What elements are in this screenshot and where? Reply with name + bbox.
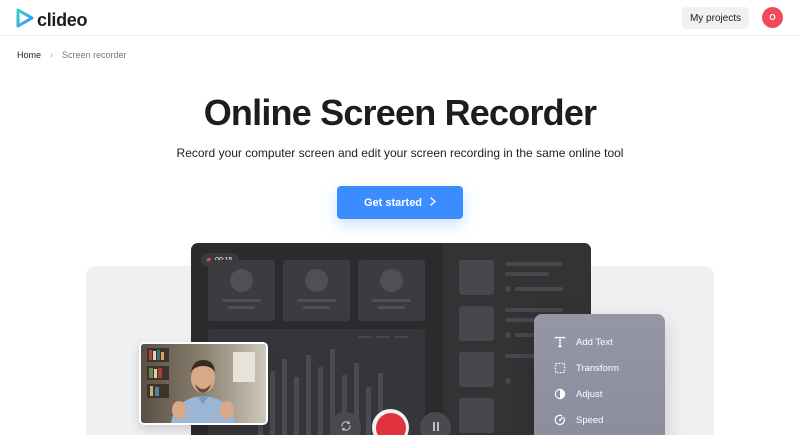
webcam-preview-image bbox=[139, 342, 268, 425]
cycle-icon bbox=[340, 419, 352, 435]
placeholder-card bbox=[358, 260, 425, 321]
pause-button[interactable] bbox=[420, 412, 451, 435]
cycle-camera-button[interactable] bbox=[330, 412, 361, 435]
get-started-label: Get started bbox=[363, 196, 423, 209]
breadcrumb-home-link[interactable]: Home bbox=[17, 50, 41, 60]
play-logo-icon bbox=[16, 8, 34, 33]
tool-label: Adjust bbox=[576, 388, 603, 400]
text-icon bbox=[553, 335, 567, 349]
tool-label: Transform bbox=[576, 362, 619, 374]
tool-speed[interactable]: Speed bbox=[553, 413, 603, 427]
placeholder-card bbox=[208, 260, 275, 321]
tool-adjust[interactable]: Adjust bbox=[553, 387, 602, 401]
tool-label: Speed bbox=[576, 414, 604, 426]
tool-transform[interactable]: Transform bbox=[553, 361, 619, 375]
user-avatar[interactable]: O bbox=[762, 7, 783, 28]
page-subtitle: Record your computer screen and edit you… bbox=[176, 146, 624, 160]
speed-icon bbox=[553, 413, 567, 427]
tool-add-text[interactable]: Add Text bbox=[553, 335, 613, 349]
chevron-right-icon bbox=[430, 196, 436, 209]
page-title: Online Screen Recorder bbox=[203, 92, 597, 133]
my-projects-button[interactable]: My projects bbox=[682, 7, 749, 29]
clideo-logo[interactable]: clideo bbox=[16, 8, 88, 33]
breadcrumb-separator-icon: › bbox=[50, 50, 54, 60]
record-icon bbox=[375, 412, 406, 435]
get-started-button[interactable]: Get started bbox=[337, 186, 463, 219]
pause-icon bbox=[431, 419, 441, 435]
top-header: clideo My projects O bbox=[0, 0, 800, 36]
breadcrumb: Home › Screen recorder bbox=[17, 50, 127, 60]
tool-label: Add Text bbox=[576, 336, 613, 348]
brand-name: clideo bbox=[37, 10, 88, 30]
transform-icon bbox=[553, 361, 567, 375]
adjust-icon bbox=[553, 387, 567, 401]
breadcrumb-current: Screen recorder bbox=[62, 50, 127, 60]
placeholder-card bbox=[283, 260, 350, 321]
edit-tools-panel: Add Text Transform Adjust Speed bbox=[534, 314, 665, 435]
